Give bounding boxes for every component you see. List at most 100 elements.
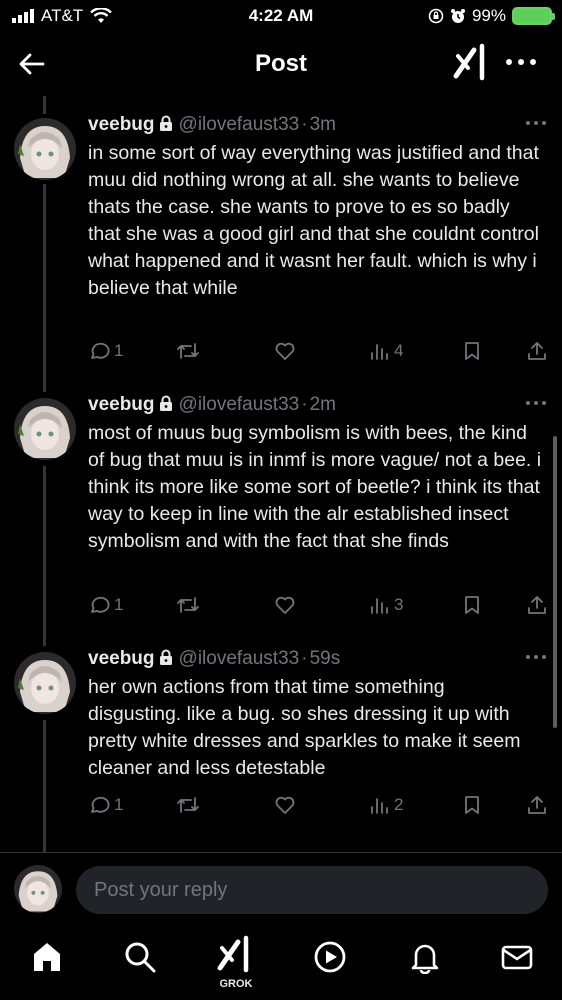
retweet-button[interactable] [176,340,200,362]
separator-dot: · [301,394,308,415]
lock-icon [159,115,172,131]
reply-button[interactable]: 1 [88,594,123,616]
views-icon [371,798,388,814]
grok-icon[interactable] [452,42,492,82]
share-button[interactable] [526,794,548,816]
my-avatar[interactable] [14,865,62,913]
views-count: 3 [394,595,404,614]
home-icon [34,943,60,971]
reply-icon [91,596,110,613]
views-count: 2 [394,795,404,814]
like-button[interactable] [274,340,296,362]
author-handle[interactable]: @ilovefaust33 [179,114,300,135]
views-icon [371,598,388,614]
header: Post [0,32,562,96]
author-name[interactable]: veebug [88,648,155,669]
post-text: most of muus bug symbolism is with bees,… [88,422,542,552]
bookmark-button[interactable] [462,794,482,816]
avatar[interactable] [14,118,76,180]
post-time[interactable]: 3m [310,114,336,135]
post-time[interactable]: 2m [310,394,336,415]
separator-dot: · [301,648,308,669]
retweet-button[interactable] [176,794,200,816]
thread-connector [43,96,46,114]
tab-notifications[interactable] [403,940,447,984]
post-actions: 1 3 [0,594,562,618]
more-icon[interactable] [504,52,538,72]
views-button[interactable]: 2 [370,794,403,816]
author-name[interactable]: veebug [88,114,155,135]
thread-connector [43,720,46,852]
scrollbar[interactable] [553,436,557,728]
bookmark-button[interactable] [462,340,482,362]
search-icon [125,942,156,973]
post-text: in some sort of way everything was justi… [88,142,539,299]
share-icon [528,596,546,614]
views-count: 4 [394,341,404,360]
retweet-icon [177,797,199,813]
bookmark-icon [465,342,479,360]
avatar[interactable] [14,652,76,714]
play-icon [314,941,346,973]
tab-messages[interactable] [495,940,539,984]
post-more-icon[interactable] [524,650,548,664]
bookmark-icon [465,596,479,614]
share-button[interactable] [526,340,548,362]
like-button[interactable] [274,794,296,816]
orientation-lock-icon [428,8,444,24]
share-icon [528,796,546,814]
tab-grok-label: GROK [219,978,253,990]
reply-input[interactable] [76,866,548,914]
retweet-button[interactable] [176,594,200,616]
reply-icon [91,342,110,359]
post-header: veebug @ilovefaust33 · 3m [88,114,336,136]
views-button[interactable]: 3 [370,594,403,616]
avatar[interactable] [14,398,76,460]
battery-icon [512,7,555,25]
post-more-icon[interactable] [524,396,548,410]
reply-count: 1 [114,341,124,360]
share-button[interactable] [526,594,548,616]
reply-count: 1 [114,595,124,614]
post-actions: 1 4 [0,340,562,364]
separator-dot: · [301,114,308,135]
bell-icon [411,944,439,974]
thread: veebug @ilovefaust33 · 3m in some sort of … [0,96,562,852]
views-icon [371,344,388,360]
bottom-tab-bar: GROK [0,926,562,1000]
alarm-icon [450,9,465,23]
tab-video[interactable] [308,940,352,984]
lock-icon [159,395,172,411]
author-handle[interactable]: @ilovefaust33 [179,394,300,415]
author-name[interactable]: veebug [88,394,155,415]
tab-search[interactable] [118,940,162,984]
post-actions: 1 2 [0,794,562,818]
views-button[interactable]: 4 [370,340,403,362]
post-time[interactable]: 59s [310,648,341,669]
post-header: veebug @ilovefaust33 · 59s [88,648,340,670]
tab-grok[interactable] [214,934,258,978]
retweet-icon [177,343,199,359]
retweet-icon [177,597,199,613]
reply-button[interactable]: 1 [88,794,123,816]
lock-icon [159,649,172,665]
status-bar: AT&T 4:22 AM 99% [0,0,562,32]
post-more-icon[interactable] [524,116,548,130]
tab-home[interactable] [25,940,69,984]
heart-icon [275,796,295,814]
heart-icon [275,342,295,360]
bookmark-icon [465,796,479,814]
bookmark-button[interactable] [462,594,482,616]
reply-bar [0,852,562,927]
like-button[interactable] [274,594,296,616]
mail-icon [501,945,533,970]
post-header: veebug @ilovefaust33 · 2m [88,394,336,416]
grok-icon [217,935,249,973]
post-text: her own actions from that time something… [88,676,521,779]
heart-icon [275,596,295,614]
thread-connector [43,466,46,646]
reply-button[interactable]: 1 [88,340,123,362]
author-handle[interactable]: @ilovefaust33 [179,648,300,669]
reply-icon [91,796,110,813]
battery-percent: 99% [471,6,506,25]
